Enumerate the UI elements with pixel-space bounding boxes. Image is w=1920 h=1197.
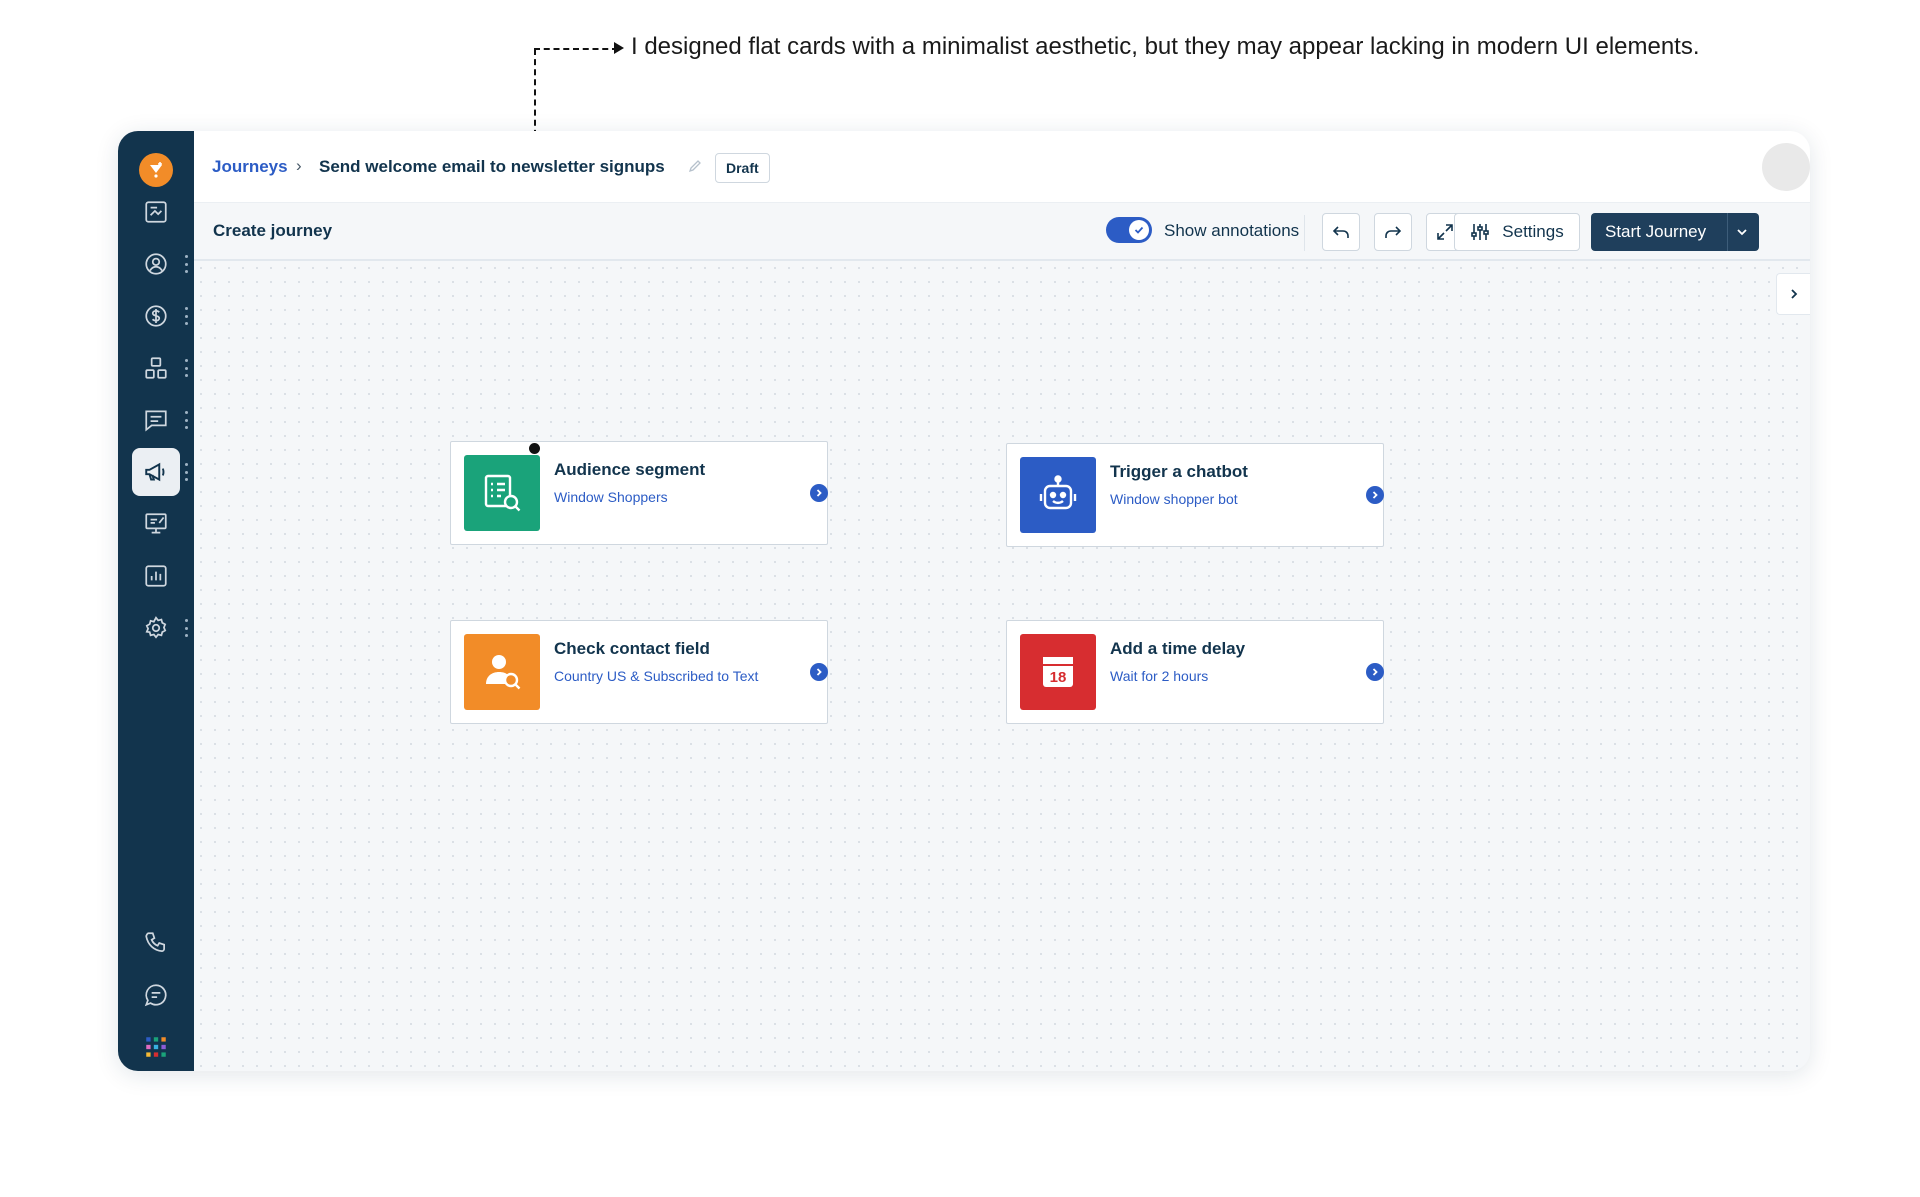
breadcrumb-journeys-link[interactable]: Journeys [212, 157, 288, 177]
journey-toolbar: Create journey Show annotations Settings… [194, 203, 1810, 261]
card-subtitle: Wait for 2 hours [1110, 668, 1209, 684]
deals-icon[interactable] [132, 292, 180, 340]
page-title: Create journey [213, 221, 333, 240]
campaigns-megaphone-icon[interactable] [132, 448, 180, 496]
undo-button[interactable] [1322, 213, 1360, 251]
card-subtitle: Window Shoppers [554, 489, 668, 505]
edit-title-pencil-icon[interactable] [688, 159, 702, 178]
card-title: Check contact field [554, 639, 710, 658]
settings-button[interactable]: Settings [1454, 213, 1580, 251]
phone-icon[interactable] [132, 919, 180, 967]
settings-label: Settings [1502, 222, 1564, 241]
side-panel-toggle[interactable] [1776, 273, 1810, 315]
journey-card-audience-segment[interactable]: Audience segment Window Shoppers [450, 441, 828, 545]
dashboard-icon[interactable] [132, 188, 180, 236]
segment-icon [464, 455, 540, 531]
contacts-more-icon[interactable] [182, 255, 190, 273]
journey-title: Send welcome email to newsletter signups [319, 157, 665, 176]
annotation-arrowhead [614, 42, 624, 54]
chevron-down-icon[interactable] [1735, 224, 1749, 244]
contact-search-icon [464, 634, 540, 710]
show-annotations-toggle[interactable] [1106, 217, 1152, 243]
journey-card-trigger-chatbot[interactable]: Trigger a chatbot Window shopper bot [1006, 443, 1384, 547]
reports-icon[interactable] [132, 552, 180, 600]
card-next-chevron-icon[interactable] [1366, 486, 1384, 504]
start-journey-button[interactable]: Start Journey [1591, 213, 1759, 251]
app-switcher-icon[interactable] [132, 1023, 180, 1071]
avatar[interactable] [1762, 143, 1810, 191]
contacts-icon[interactable] [132, 240, 180, 288]
web-forms-icon[interactable] [132, 500, 180, 548]
annotation-connector-horizontal [534, 48, 618, 50]
chevron-right-icon [1790, 289, 1797, 299]
card-subtitle: Window shopper bot [1110, 491, 1238, 507]
card-next-chevron-icon[interactable] [1366, 663, 1384, 681]
card-next-chevron-icon[interactable] [810, 663, 828, 681]
sidebar [118, 131, 194, 1071]
annotation-anchor-dot [529, 443, 540, 454]
start-journey-label: Start Journey [1605, 222, 1707, 241]
show-annotations-label: Show annotations [1164, 221, 1300, 240]
journey-card-check-contact-field[interactable]: Check contact field Country US & Subscri… [450, 620, 828, 724]
card-subtitle: Country US & Subscribed to Text [554, 668, 759, 684]
campaigns-more-icon[interactable] [182, 463, 190, 481]
sliders-icon [1471, 224, 1490, 240]
annotation-text: I designed flat cards with a minimalist … [631, 33, 1700, 60]
messages-more-icon[interactable] [182, 411, 190, 429]
status-badge: Draft [715, 153, 770, 183]
card-title: Trigger a chatbot [1110, 462, 1248, 481]
breadcrumb-separator-icon: › [296, 156, 302, 175]
start-journey-split-divider [1727, 213, 1728, 251]
app-window: Journeys › Send welcome email to newslet… [118, 131, 1810, 1071]
chat-icon[interactable] [132, 971, 180, 1019]
calendar-day-number: 18 [1050, 669, 1067, 686]
settings-gear-icon[interactable] [132, 604, 180, 652]
toolbar-divider [1304, 215, 1305, 251]
redo-button[interactable] [1374, 213, 1412, 251]
calendar-icon: 18 [1020, 634, 1096, 710]
settings-more-icon[interactable] [182, 619, 190, 637]
toggle-check-icon [1129, 220, 1149, 240]
top-bar: Journeys › Send welcome email to newslet… [194, 131, 1810, 203]
journey-card-time-delay[interactable]: 18 Add a time delay Wait for 2 hours [1006, 620, 1384, 724]
journey-canvas[interactable]: Audience segment Window Shoppers Trigger… [194, 261, 1810, 1071]
card-title: Audience segment [554, 460, 706, 479]
apps-more-icon[interactable] [182, 359, 190, 377]
apps-grid-icon[interactable] [132, 344, 180, 392]
brand-logo-icon[interactable] [139, 153, 173, 187]
calendar-svg: 18 [1043, 657, 1073, 687]
chatbot-icon [1020, 457, 1096, 533]
messages-icon[interactable] [132, 396, 180, 444]
card-next-chevron-icon[interactable] [810, 484, 828, 502]
deals-more-icon[interactable] [182, 307, 190, 325]
card-title: Add a time delay [1110, 639, 1246, 658]
